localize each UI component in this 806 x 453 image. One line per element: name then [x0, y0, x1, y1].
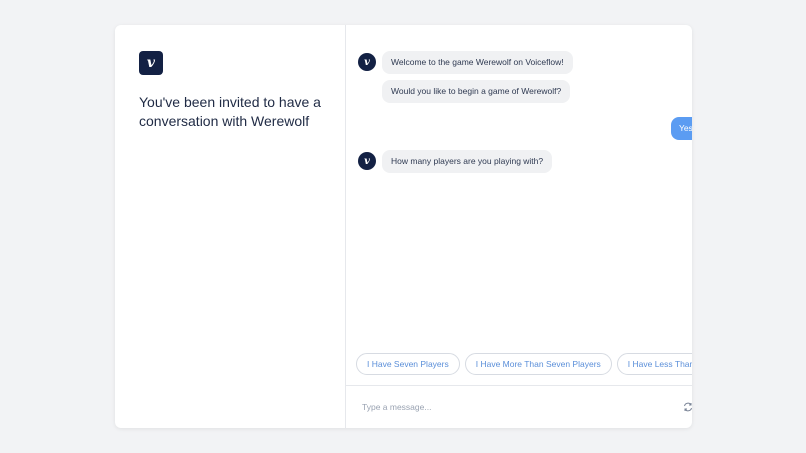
bot-avatar: v	[358, 152, 376, 170]
logo-glyph: v	[146, 55, 156, 71]
quick-reply-seven-players[interactable]: I Have Seven Players	[356, 353, 460, 375]
quick-reply-less-than-seven[interactable]: I Have Less Than Seven Players	[616, 353, 692, 375]
bot-message: Welcome to the game Werewolf on Voiceflo…	[382, 51, 573, 74]
avatar-glyph: v	[364, 155, 370, 167]
bot-message: How many players are you playing with?	[382, 150, 553, 173]
avatar-glyph: v	[364, 56, 370, 68]
bot-message-group: v Welcome to the game Werewolf on Voicef…	[358, 51, 692, 109]
left-panel: v You've been invited to have a conversa…	[115, 25, 346, 428]
quick-reply-more-than-seven[interactable]: I Have More Than Seven Players	[464, 353, 612, 375]
message-list: v Welcome to the game Werewolf on Voicef…	[346, 25, 692, 353]
message-composer	[346, 385, 692, 428]
voiceflow-logo: v	[139, 51, 163, 75]
invite-heading: You've been invited to have a conversati…	[139, 94, 321, 129]
refresh-icon[interactable]	[680, 399, 692, 415]
bot-message-group: v How many players are you playing with?	[358, 150, 692, 179]
message-input[interactable]	[362, 402, 676, 412]
quick-reply-chips: I Have Seven Players I Have More Than Se…	[356, 353, 692, 377]
user-message: Yes start a game	[670, 117, 692, 140]
bot-avatar: v	[358, 53, 376, 71]
chat-panel: v Welcome to the game Werewolf on Voicef…	[346, 25, 692, 428]
bot-message: Would you like to begin a game of Werewo…	[382, 80, 571, 103]
chat-card: v You've been invited to have a conversa…	[115, 25, 692, 428]
